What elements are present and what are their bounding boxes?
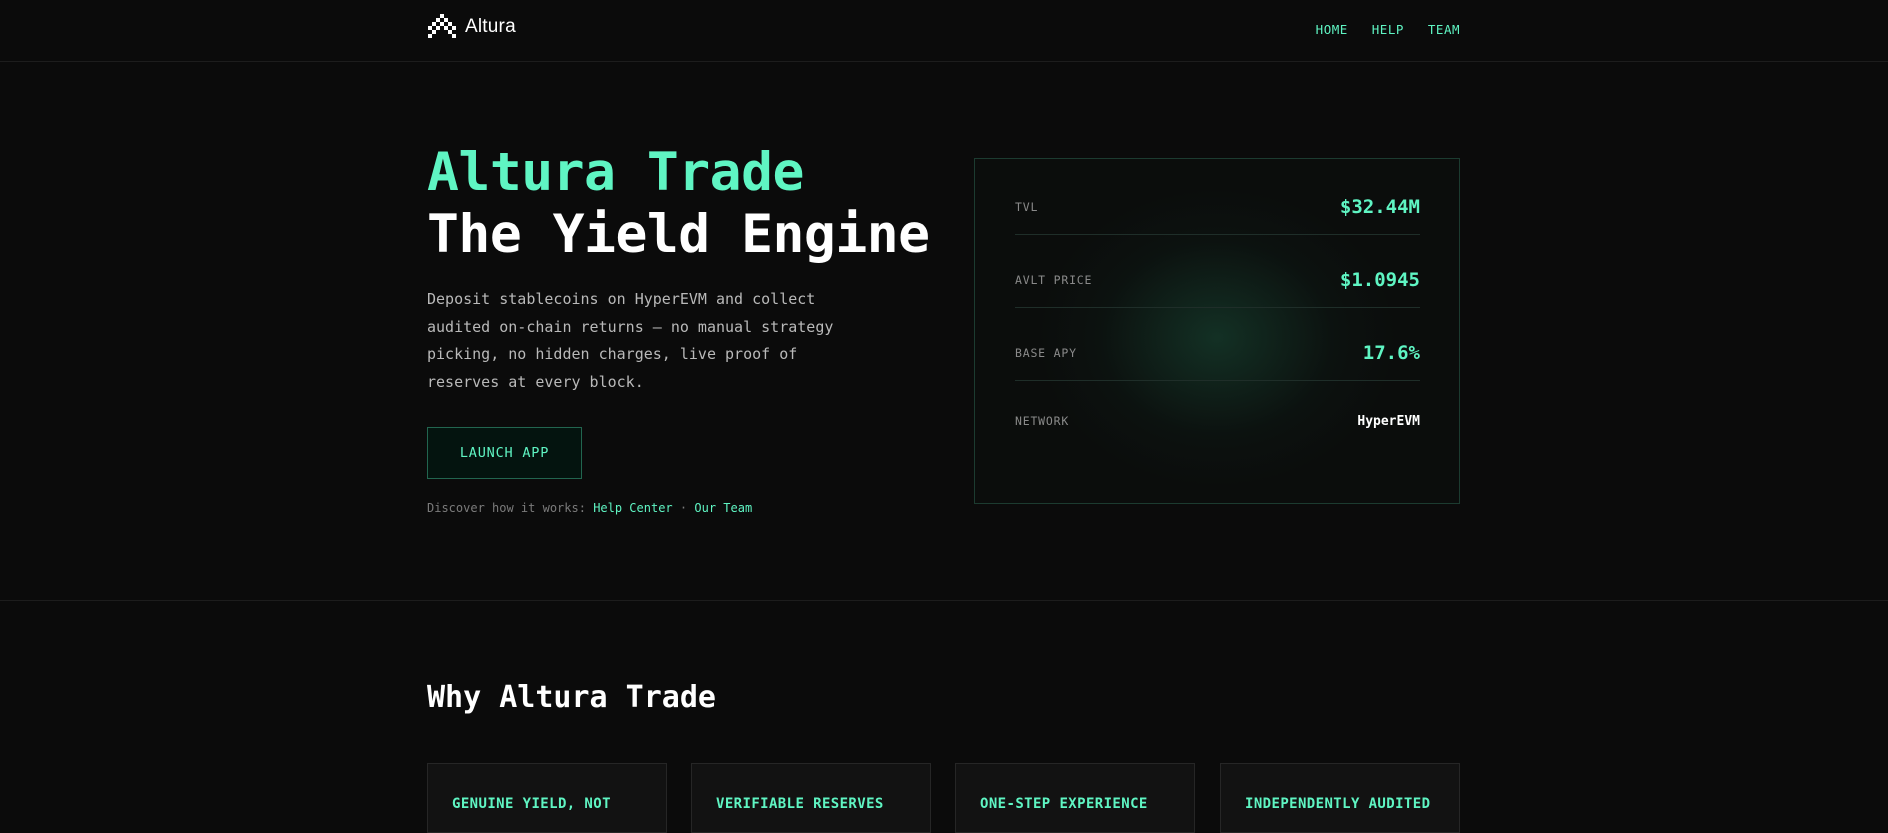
feature-title: VERIFIABLE RESERVES xyxy=(716,796,884,812)
stat-label: NETWORK xyxy=(1015,414,1070,428)
stat-label: AVLT PRICE xyxy=(1015,272,1093,287)
stat-row-network: NETWORK HyperEVM xyxy=(1015,395,1420,447)
feature-card: INDEPENDENTLY AUDITED xyxy=(1220,763,1460,833)
our-team-link[interactable]: Our Team xyxy=(694,501,752,515)
hero-title-tagline: The Yield Engine xyxy=(427,204,930,265)
stat-value: $32.44M xyxy=(1339,195,1420,218)
altura-logo-icon xyxy=(428,14,456,38)
stat-row-base-apy: BASE APY 17.6% xyxy=(1015,325,1420,381)
feature-title: INDEPENDENTLY AUDITED xyxy=(1245,796,1431,812)
feature-card: VERIFIABLE RESERVES xyxy=(691,763,931,833)
stat-row-tvl: TVL $32.44M xyxy=(1015,179,1420,235)
launch-app-button[interactable]: LAUNCH APP xyxy=(427,427,582,479)
brand-name: Altura xyxy=(465,16,516,37)
help-center-link[interactable]: Help Center xyxy=(593,501,672,515)
section-divider xyxy=(0,600,1888,601)
nav-home-link[interactable]: HOME xyxy=(1316,22,1348,37)
nav-team-link[interactable]: TEAM xyxy=(1428,22,1460,37)
stat-label: TVL xyxy=(1015,199,1039,214)
stat-value: HyperEVM xyxy=(1357,413,1420,429)
stat-row-avlt-price: AVLT PRICE $1.0945 xyxy=(1015,252,1420,308)
nav-help-link[interactable]: HELP xyxy=(1372,22,1404,37)
brand-logo[interactable]: Altura xyxy=(427,14,516,40)
why-section-title: Why Altura Trade xyxy=(427,680,716,715)
feature-card: GENUINE YIELD, NOT xyxy=(427,763,667,833)
hero-description: Deposit stablecoins on HyperEVM and coll… xyxy=(427,290,834,391)
top-nav: Altura HOME HELP TEAM xyxy=(0,0,1888,62)
hero-title-brand: Altura Trade xyxy=(427,142,804,203)
stat-value: 17.6% xyxy=(1362,341,1420,364)
stat-value: $1.0945 xyxy=(1339,268,1420,291)
discover-prefix: Discover how it works: xyxy=(427,501,586,515)
discover-links: Discover how it works: Help Center · Our… xyxy=(427,501,752,515)
feature-card: ONE-STEP EXPERIENCE xyxy=(955,763,1195,833)
feature-title: GENUINE YIELD, NOT xyxy=(452,796,611,812)
stats-card: TVL $32.44M AVLT PRICE $1.0945 BASE APY … xyxy=(974,158,1460,504)
feature-title: ONE-STEP EXPERIENCE xyxy=(980,796,1148,812)
link-separator: · xyxy=(679,501,688,515)
nav-links: HOME HELP TEAM xyxy=(1316,22,1460,37)
stat-label: BASE APY xyxy=(1015,345,1077,360)
